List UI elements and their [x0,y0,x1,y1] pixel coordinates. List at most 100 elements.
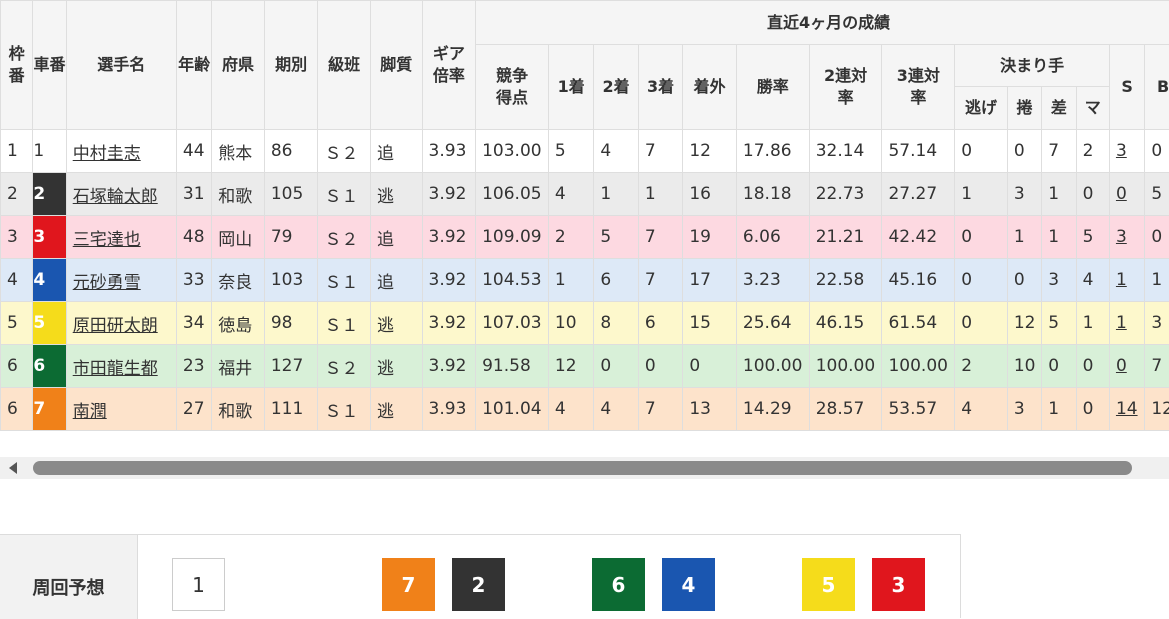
s-link[interactable]: 1 [1116,270,1127,290]
s-cell: 1 [1109,302,1144,345]
header-pref: 府県 [212,1,265,130]
car-number-badge: 5 [33,302,66,345]
third-cell: 6 [638,302,682,345]
racer-name-link[interactable]: 原田研太朗 [73,316,158,336]
rentai3-cell: 27.27 [882,173,955,216]
racer-name-link[interactable]: 石塚輪太郎 [73,187,158,207]
score-cell: 107.03 [476,302,549,345]
table-row: 1 1 中村圭志 44 熊本 86 Ｓ２ 追 3.93 103.00 5 4 7… [1,130,1169,173]
gear-cell: 3.92 [422,216,476,259]
table-row: 3 3 三宅達也 48 岡山 79 Ｓ２ 追 3.92 109.09 2 5 7… [1,216,1169,259]
waku-cell: 1 [1,130,33,173]
gear-cell: 3.93 [422,388,476,431]
nige-cell: 4 [955,388,1008,431]
racer-name-link[interactable]: 三宅達也 [73,230,141,250]
makuri-cell: 3 [1007,173,1041,216]
sashi-cell: 5 [1042,302,1076,345]
rentai2-cell: 22.73 [809,173,882,216]
term-cell: 111 [264,388,318,431]
lap-car-1: 1 [172,558,225,611]
header-score: 競争得点 [476,45,549,130]
score-cell: 101.04 [476,388,549,431]
s-link[interactable]: 3 [1116,141,1127,161]
s-link[interactable]: 0 [1116,356,1127,376]
b-cell: 7 [1145,345,1169,388]
racer-name-link[interactable]: 市田龍生都 [73,359,158,379]
nige-cell: 0 [955,259,1008,302]
rentai2-cell: 22.58 [809,259,882,302]
score-cell: 106.05 [476,173,549,216]
s-cell: 3 [1109,130,1144,173]
second-cell: 4 [594,130,638,173]
table-row: 4 4 元砂勇雪 33 奈良 103 Ｓ１ 追 3.92 104.53 1 6 … [1,259,1169,302]
age-cell: 34 [176,302,211,345]
s-link[interactable]: 14 [1116,399,1138,419]
pref-cell: 奈良 [212,259,265,302]
win-rate-cell: 6.06 [736,216,809,259]
horizontal-scrollbar[interactable] [0,457,1169,479]
style-cell: 逃 [370,302,422,345]
gear-cell: 3.92 [422,259,476,302]
third-cell: 0 [638,345,682,388]
rank-cell: Ｓ１ [318,173,371,216]
header-makuri: 捲 [1007,87,1041,130]
lap-prediction: 周回予想 1 7 2 6 4 5 3 [0,534,961,618]
s-cell: 0 [1109,173,1144,216]
header-kimarite: 決まり手 [955,45,1110,87]
age-cell: 44 [176,130,211,173]
makuri-cell: 10 [1007,345,1041,388]
mark-cell: 1 [1076,302,1109,345]
scrollbar-thumb[interactable] [33,461,1132,475]
first-cell: 12 [548,345,593,388]
win-rate-cell: 100.00 [736,345,809,388]
rentai2-cell: 21.21 [809,216,882,259]
waku-cell: 4 [1,259,33,302]
header-second: 2着 [594,45,638,130]
scroll-left-arrow-icon[interactable] [9,462,17,474]
sashi-cell: 1 [1042,173,1076,216]
score-cell: 103.00 [476,130,549,173]
win-rate-cell: 25.64 [736,302,809,345]
score-cell: 91.58 [476,345,549,388]
makuri-cell: 0 [1007,259,1041,302]
racer-name-cell: 三宅達也 [66,216,176,259]
pref-cell: 熊本 [212,130,265,173]
mark-cell: 0 [1076,173,1109,216]
waku-cell: 5 [1,302,33,345]
pref-cell: 和歌 [212,173,265,216]
b-cell: 0 [1145,216,1169,259]
s-link[interactable]: 3 [1116,227,1127,247]
header-first: 1着 [548,45,593,130]
mark-cell: 5 [1076,216,1109,259]
age-cell: 48 [176,216,211,259]
second-cell: 4 [594,388,638,431]
racer-name-link[interactable]: 中村圭志 [73,144,141,164]
gear-cell: 3.92 [422,173,476,216]
header-gear: ギア倍率 [422,1,476,130]
s-link[interactable]: 1 [1116,313,1127,333]
table-row: 2 2 石塚輪太郎 31 和歌 105 Ｓ１ 逃 3.92 106.05 4 1… [1,173,1169,216]
b-cell: 12 [1145,388,1169,431]
gear-cell: 3.92 [422,302,476,345]
makuri-cell: 3 [1007,388,1041,431]
s-cell: 0 [1109,345,1144,388]
age-cell: 31 [176,173,211,216]
rentai3-cell: 100.00 [882,345,955,388]
header-sha: 車番 [33,1,66,130]
header-rentai3: 3連対率 [882,45,955,130]
rentai2-cell: 100.00 [809,345,882,388]
racer-name-link[interactable]: 南潤 [73,402,107,422]
style-cell: 追 [370,216,422,259]
mark-cell: 0 [1076,388,1109,431]
mark-cell: 4 [1076,259,1109,302]
term-cell: 127 [264,345,318,388]
score-cell: 109.09 [476,216,549,259]
waku-cell: 3 [1,216,33,259]
makuri-cell: 12 [1007,302,1041,345]
racer-name-link[interactable]: 元砂勇雪 [73,273,141,293]
win-rate-cell: 17.86 [736,130,809,173]
s-link[interactable]: 0 [1116,184,1127,204]
waku-cell: 2 [1,173,33,216]
out-cell: 12 [683,130,737,173]
header-term: 期別 [264,1,318,130]
